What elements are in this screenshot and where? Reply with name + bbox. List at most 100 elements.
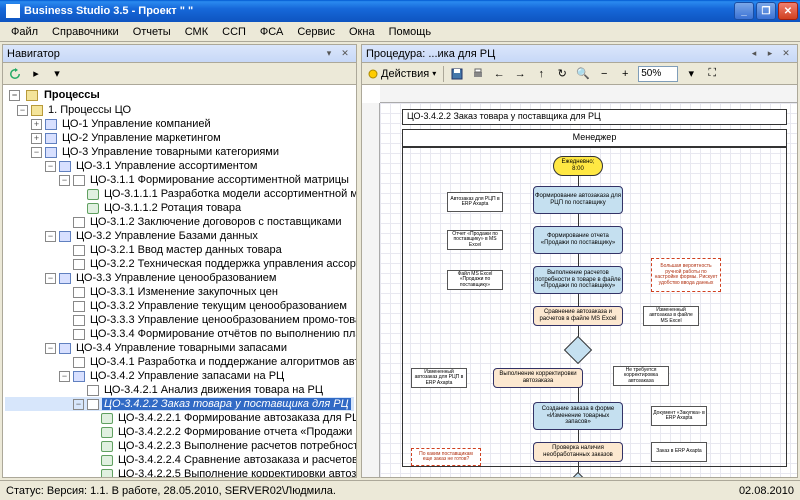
tree-node[interactable]: +ЦО-1 Управление компанией [5,117,354,131]
document[interactable]: Не требуется корректировка автозаказа [613,366,669,386]
tree-label: ЦО-3.2.1 Ввод мастер данных товара [88,244,284,256]
tree-node[interactable]: −ЦО-3.3 Управление ценообразованием [5,271,354,285]
tree-node[interactable]: ЦО-3.3.3 Управление ценообразованием про… [5,313,354,327]
activity[interactable]: Создание заказа в форме «Изменение товар… [533,402,623,430]
tree-node[interactable]: +ЦО-2 Управление маркетингом [5,131,354,145]
tree-node[interactable]: ЦО-3.4.2.1 Анализ движения товара на РЦ [5,383,354,397]
save-icon[interactable] [447,65,467,83]
activity[interactable]: Формирование отчета «Продажи по поставщи… [533,226,623,254]
tree-view[interactable]: −Процессы − 1. Процессы ЦО+ЦО-1 Управлени… [3,85,356,477]
menu-dictionaries[interactable]: Справочники [45,24,126,40]
tree-node[interactable]: ЦО-3.3.4 Формирование отчётов по выполне… [5,327,354,341]
tree-label: ЦО-3.4 Управление товарными запасами [74,342,289,354]
tree-toggle-icon[interactable]: + [31,119,42,130]
tree-toggle-icon[interactable]: − [17,105,28,116]
tree-node[interactable]: − ЦО-3.4 Управление товарными запасами [5,341,354,355]
minimize-button[interactable]: _ [734,2,754,20]
document[interactable]: Документ «Закупка» в ERP Axapta [651,406,707,426]
tree-node[interactable]: ЦО-3.3.1 Изменение закупочных цен [5,285,354,299]
tree-node[interactable]: ЦО-3.2.1 Ввод мастер данных товара [5,243,354,257]
zoom-in-icon[interactable]: + [615,65,635,83]
tree-label: 1. Процессы ЦО [46,104,133,116]
expand-icon[interactable]: ▸ [26,65,46,83]
timer-event[interactable]: Ежедневно; 8:00 [553,156,603,176]
back-icon[interactable]: ← [489,65,509,83]
menu-windows[interactable]: Окна [342,24,382,40]
tree-node[interactable]: ЦО-3.3.2 Управление текущим ценообразова… [5,299,354,313]
panel-prev-icon[interactable]: ◂ [747,47,761,61]
document[interactable]: Заказ в ERP Axapta [651,442,707,462]
tree-node[interactable]: ЦО-3.1.1.2 Ротация товара [5,201,354,215]
tree-toggle-icon[interactable]: − [45,161,56,172]
menu-service[interactable]: Сервис [290,24,342,40]
refresh-icon[interactable] [5,65,25,83]
actions-button[interactable]: Действия▾ [364,65,440,83]
activity[interactable]: Выполнение расчетов потребности в товаре… [533,266,623,294]
maximize-button[interactable]: ❐ [756,2,776,20]
menu-smk[interactable]: СМК [178,24,215,40]
tree-node[interactable]: ЦО-3.1.2 Заключение договоров с поставщи… [5,215,354,229]
zoom-out-icon[interactable]: − [594,65,614,83]
panel-close-icon[interactable]: ✕ [338,47,352,61]
activity[interactable]: Выполнение корректировки автозаказа [493,368,583,388]
tree-node[interactable]: ЦО-3.4.2.2.2 Формирование отчета «Продаж… [5,425,354,439]
tree-root[interactable]: −Процессы [5,87,354,103]
document[interactable]: Автозаказ для РЦП в ERP Axapta [447,192,503,212]
up-icon[interactable]: ↑ [531,65,551,83]
tree-node[interactable]: − 1. Процессы ЦО [5,103,354,117]
zoom-input[interactable] [638,66,678,82]
tree-node[interactable]: −ЦО-3.1.1 Формирование ассортиментной ма… [5,173,354,187]
activity[interactable]: Формирование автозаказа для РЦП по поста… [533,186,623,214]
tree-node[interactable]: ЦО-3.1.1.1 Разработка модели ассортимент… [5,187,354,201]
tree-label: ЦО-3.1.1.2 Ротация товара [102,202,243,214]
menu-fsa[interactable]: ФСА [253,24,290,40]
menu-help[interactable]: Помощь [382,24,439,40]
print-icon[interactable] [468,65,488,83]
tree-toggle-icon[interactable]: − [31,147,42,158]
collapse-icon[interactable]: ▾ [47,65,67,83]
annotation[interactable]: Большая вероятность ручной работы по нас… [651,258,721,292]
tree-node[interactable]: ЦО-3.2.2 Техническая поддержка управлени… [5,257,354,271]
task-icon [73,217,85,228]
menu-file[interactable]: Файл [4,24,45,40]
gateway[interactable] [564,336,592,364]
tree-node[interactable]: −ЦО-3.1 Управление ассортиментом [5,159,354,173]
find-icon[interactable]: 🔍 [573,65,593,83]
tree-node[interactable]: ЦО-3.4.2.2.1 Формирование автозаказа для… [5,411,354,425]
tree-node[interactable]: ЦО-3.4.2.2.4 Сравнение автозаказа и расч… [5,453,354,467]
activity[interactable]: Сравнение автозаказа и расчетов в файле … [533,306,623,326]
diagram-canvas[interactable]: ЦО-3.4.2.2 Заказ товара у поставщика для… [362,85,797,477]
document[interactable]: Отчет «Продажи по поставщику» в MS Excel [447,230,503,250]
panel-next-icon[interactable]: ▸ [763,47,777,61]
document[interactable]: Измененный автозаказ в файле MS Excel [643,306,699,326]
panel-dropdown-icon[interactable]: ▾ [322,47,336,61]
close-button[interactable]: ✕ [778,2,798,20]
task-icon [73,245,85,256]
tree-toggle-icon[interactable]: − [45,231,56,242]
tree-toggle-icon[interactable]: − [73,399,84,410]
tree-toggle-icon[interactable]: − [59,371,70,382]
fit-icon[interactable]: ⛶ [702,65,722,83]
tree-toggle-icon[interactable]: + [31,133,42,144]
zoom-dropdown-icon[interactable]: ▾ [681,65,701,83]
tree-node[interactable]: −ЦО-3.2 Управление Базами данных [5,229,354,243]
forward-icon[interactable]: → [510,65,530,83]
tree-toggle-icon[interactable]: − [45,343,56,354]
activity[interactable]: Проверка наличия необработанных заказов [533,442,623,462]
tree-node[interactable]: −ЦО-3 Управление товарными категориями [5,145,354,159]
tree-toggle-icon [59,315,70,326]
tree-toggle-icon[interactable]: − [59,175,70,186]
tree-node[interactable]: −ЦО-3.4.2 Управление запасами на РЦ [5,369,354,383]
refresh-icon[interactable]: ↻ [552,65,572,83]
tree-node[interactable]: ЦО-3.4.1 Разработка и поддержание алгори… [5,355,354,369]
menu-ssp[interactable]: ССП [215,24,253,40]
annotation[interactable]: По каким поставщикам еще заказ не готов? [411,448,481,466]
tree-toggle-icon[interactable]: − [45,273,56,284]
tree-node[interactable]: −ЦО-3.4.2.2 Заказ товара у поставщика дл… [5,397,354,411]
tree-node[interactable]: ЦО-3.4.2.2.3 Выполнение расчетов потребн… [5,439,354,453]
document[interactable]: Файл MS Excel «Продажи по поставщику» [447,270,503,290]
document[interactable]: Измененный автозаказ для РЦП в ERP Axapt… [411,368,467,388]
menu-reports[interactable]: Отчеты [126,24,178,40]
tree-node[interactable]: ЦО-3.4.2.2.5 Выполнение корректировки ав… [5,467,354,477]
panel-close-icon[interactable]: ✕ [779,47,793,61]
